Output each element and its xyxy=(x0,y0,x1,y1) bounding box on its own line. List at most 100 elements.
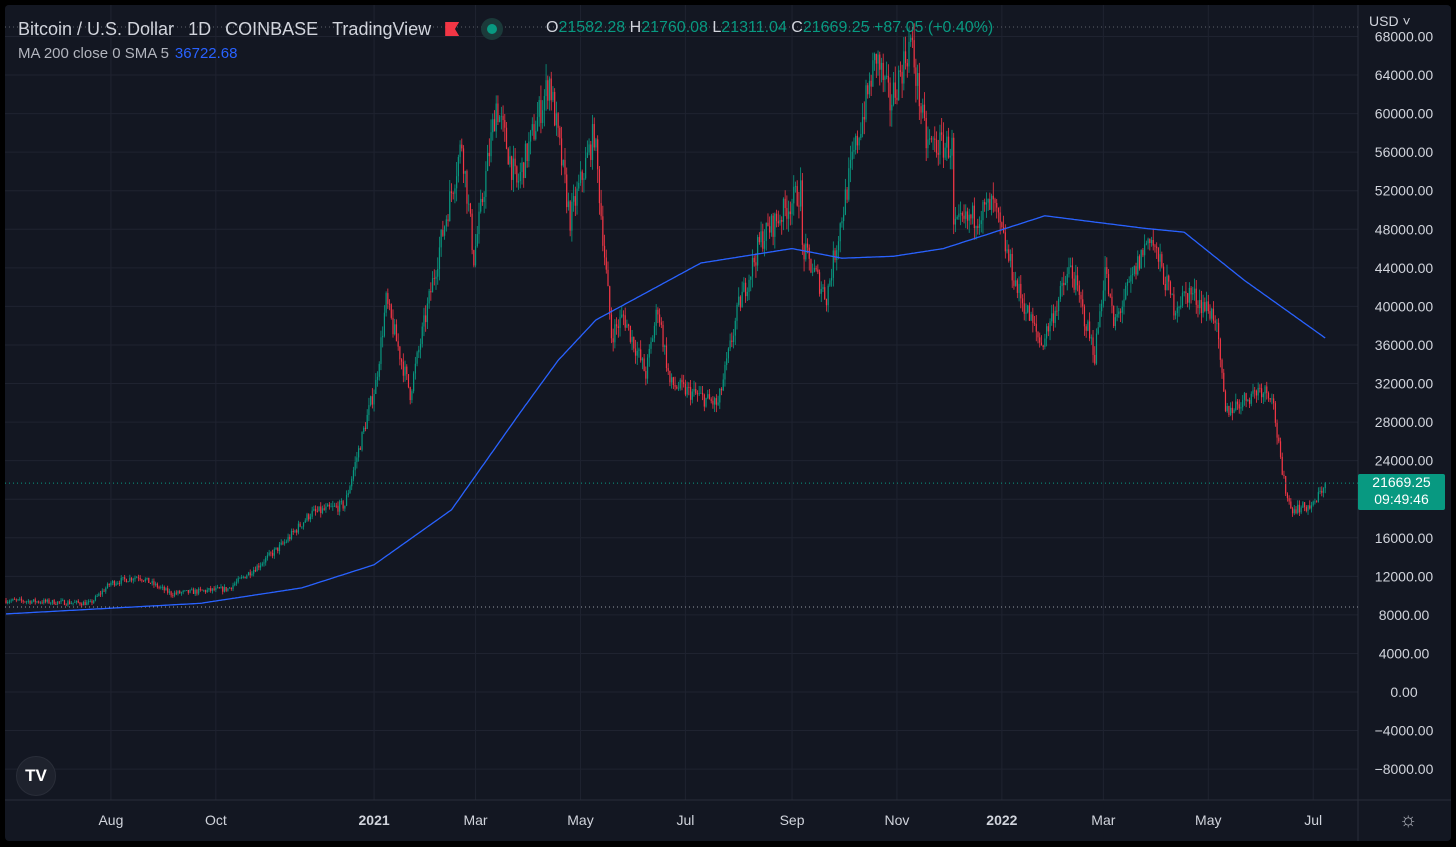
candle-body xyxy=(775,213,778,222)
candle-body xyxy=(1137,256,1139,275)
candle-body xyxy=(621,314,623,318)
candle-body xyxy=(490,132,492,157)
candle-body xyxy=(115,583,117,586)
candle-body xyxy=(14,599,16,600)
candle-body xyxy=(399,346,401,360)
candle-body xyxy=(292,531,294,533)
candle-body xyxy=(306,514,308,521)
candle-body xyxy=(454,188,456,194)
candle-body xyxy=(879,54,881,70)
candle-body xyxy=(225,587,227,591)
candle xyxy=(407,374,410,389)
candle-body xyxy=(261,563,263,566)
interval[interactable]: 1D xyxy=(188,19,211,40)
candle-body xyxy=(29,600,31,604)
tradingview-logo[interactable]: TV xyxy=(16,756,56,796)
candle-body xyxy=(547,80,549,101)
candle xyxy=(473,249,475,268)
candle-body xyxy=(1176,307,1178,314)
candle-body xyxy=(39,602,41,604)
candle-body xyxy=(242,576,244,578)
candle-body xyxy=(700,392,702,394)
candle-body xyxy=(308,514,310,520)
candle-body xyxy=(222,586,224,592)
candle-body xyxy=(230,587,232,589)
candle-body xyxy=(48,599,50,604)
candle-body xyxy=(1018,283,1020,293)
candle-body xyxy=(770,215,772,233)
candle-body xyxy=(633,336,635,349)
candle-body xyxy=(646,357,649,379)
candle-body xyxy=(829,280,831,286)
candle-body xyxy=(466,171,468,204)
settings-icon[interactable]: ☼ xyxy=(1399,809,1417,832)
y-tick-label: 60000.00 xyxy=(1375,106,1434,122)
candle-body xyxy=(523,162,525,178)
candle-body xyxy=(1104,267,1106,291)
candle-body xyxy=(258,565,260,568)
candle-body xyxy=(500,115,502,117)
candle-body xyxy=(784,198,786,208)
price-chart[interactable]: 68000.00 64000.00 60000.00 56000.00 52000.00… xyxy=(5,5,1451,841)
candle-body xyxy=(1218,322,1220,340)
candle-body xyxy=(872,60,874,87)
currency-dropdown[interactable]: USD ˅ xyxy=(1369,13,1411,29)
candle-body xyxy=(519,172,521,182)
candle-body xyxy=(1047,326,1049,332)
candle-body xyxy=(476,234,478,247)
candle-body xyxy=(818,272,821,294)
close-label: C xyxy=(791,19,803,36)
candle-body xyxy=(870,80,872,87)
candle-body xyxy=(1051,313,1053,322)
candle-body xyxy=(1211,308,1213,319)
candle-body xyxy=(605,257,607,270)
candle-body xyxy=(234,583,236,586)
candle-body xyxy=(1310,505,1313,509)
candle xyxy=(390,303,392,320)
candle-body xyxy=(158,587,160,589)
candle-body xyxy=(688,387,690,388)
y-tick-label: 0.00 xyxy=(1390,684,1417,700)
candle-body xyxy=(1080,294,1082,300)
candle-body xyxy=(705,397,707,407)
candle-body xyxy=(855,135,857,150)
candle-body xyxy=(1058,298,1060,312)
candle-body xyxy=(1187,293,1189,303)
symbol-name[interactable]: Bitcoin / U.S. Dollar xyxy=(18,19,174,40)
candle-body xyxy=(407,374,410,388)
candle-body xyxy=(727,348,729,359)
x-tick-label: 2022 xyxy=(986,812,1017,828)
ma-legend[interactable]: MA 200 close 0 SMA 5 36722.68 xyxy=(18,45,238,62)
candle-body xyxy=(187,590,189,593)
candle-body xyxy=(1285,476,1287,494)
candle-body xyxy=(103,590,105,592)
candle-body xyxy=(837,241,840,251)
candle-body xyxy=(1097,327,1099,334)
candle-body xyxy=(299,523,301,527)
candle-body xyxy=(122,577,124,579)
candle-body xyxy=(1159,254,1161,262)
candle-body xyxy=(892,82,895,105)
y-tick-label: 16000.00 xyxy=(1375,530,1434,546)
candle-body xyxy=(1147,238,1149,244)
candle-body xyxy=(588,144,590,153)
candle-body xyxy=(834,250,836,260)
candle-body xyxy=(643,358,645,372)
candle-body xyxy=(874,53,876,61)
candle-body xyxy=(468,203,470,205)
candle-body xyxy=(456,176,458,189)
candle-body xyxy=(1125,285,1127,300)
x-tick-label: Oct xyxy=(205,812,227,828)
candle-body xyxy=(330,506,332,508)
candle-body xyxy=(877,54,879,64)
candle-body xyxy=(478,211,480,235)
candle-body xyxy=(450,191,453,194)
flag-icon[interactable] xyxy=(445,22,460,36)
y-tick-label: 56000.00 xyxy=(1375,144,1434,160)
candle-body xyxy=(335,505,337,507)
candle-body xyxy=(660,322,662,325)
candle-body xyxy=(316,511,318,512)
candle-body xyxy=(43,599,45,604)
candle-body xyxy=(275,547,277,550)
candle-body xyxy=(1063,282,1065,286)
